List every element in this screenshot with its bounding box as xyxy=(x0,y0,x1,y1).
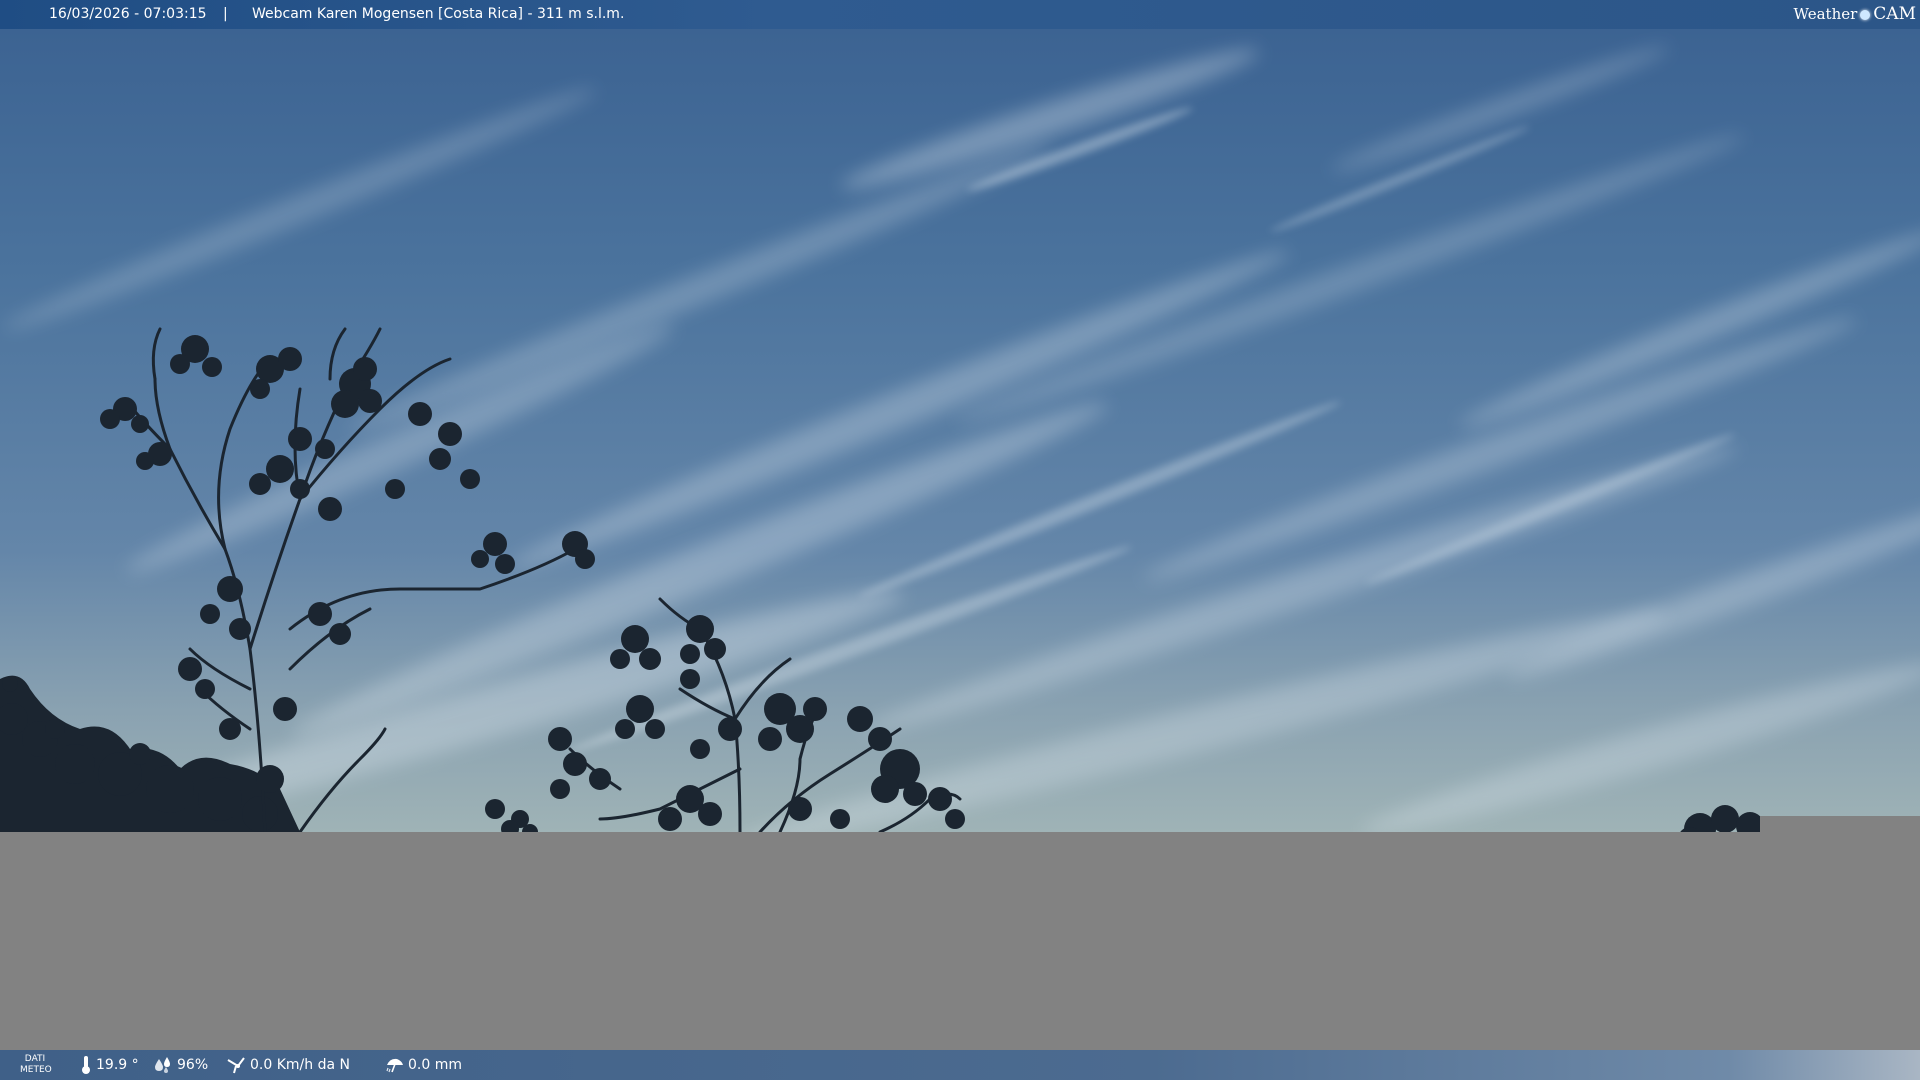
thermometer-icon xyxy=(82,1056,90,1074)
webcam-title: Webcam Karen Mogensen [Costa Rica] - 311… xyxy=(252,6,625,22)
webcam-image xyxy=(0,29,1920,832)
weather-label-line1: DATI xyxy=(24,1054,46,1064)
sky-scene xyxy=(0,46,1920,832)
title-separator: | xyxy=(223,6,228,22)
humidity-drops-icon xyxy=(155,1057,170,1073)
timestamp: 16/03/2026 - 07:03:15 xyxy=(49,6,207,22)
rain-umbrella-icon xyxy=(386,1058,403,1073)
grey-mask-area xyxy=(0,832,1920,1050)
rain-reading: 0.0 mm xyxy=(384,1050,462,1080)
top-info-bar: 16/03/2026 - 07:03:15 | Webcam Karen Mog… xyxy=(0,0,1920,29)
weather-data-bar: DATI METEO 19.9 ° 96% 0.0 Km/h da N 0.0 … xyxy=(0,1050,1920,1080)
temperature-reading: 19.9 ° xyxy=(80,1050,139,1080)
humidity-reading: 96% xyxy=(153,1050,208,1080)
globe-dot-icon xyxy=(1860,9,1871,20)
wind-reading: 0.0 Km/h da N xyxy=(226,1050,350,1080)
logo-weather-text: Weather xyxy=(1793,5,1858,23)
weather-label-line2: METEO xyxy=(20,1065,52,1075)
rain-value: 0.0 mm xyxy=(408,1057,462,1073)
webcam-screen: 16/03/2026 - 07:03:15 | Webcam Karen Mog… xyxy=(0,0,1920,1080)
weather-section-label: DATI METEO xyxy=(20,1054,52,1076)
humidity-value: 96% xyxy=(177,1057,209,1073)
wind-icon xyxy=(227,1057,245,1074)
temperature-value: 19.9 ° xyxy=(96,1057,139,1073)
wind-value: 0.0 Km/h da N xyxy=(250,1057,350,1073)
weathercam-logo[interactable]: Weather CAM xyxy=(1794,0,1916,29)
logo-cam-text: CAM xyxy=(1873,4,1916,24)
